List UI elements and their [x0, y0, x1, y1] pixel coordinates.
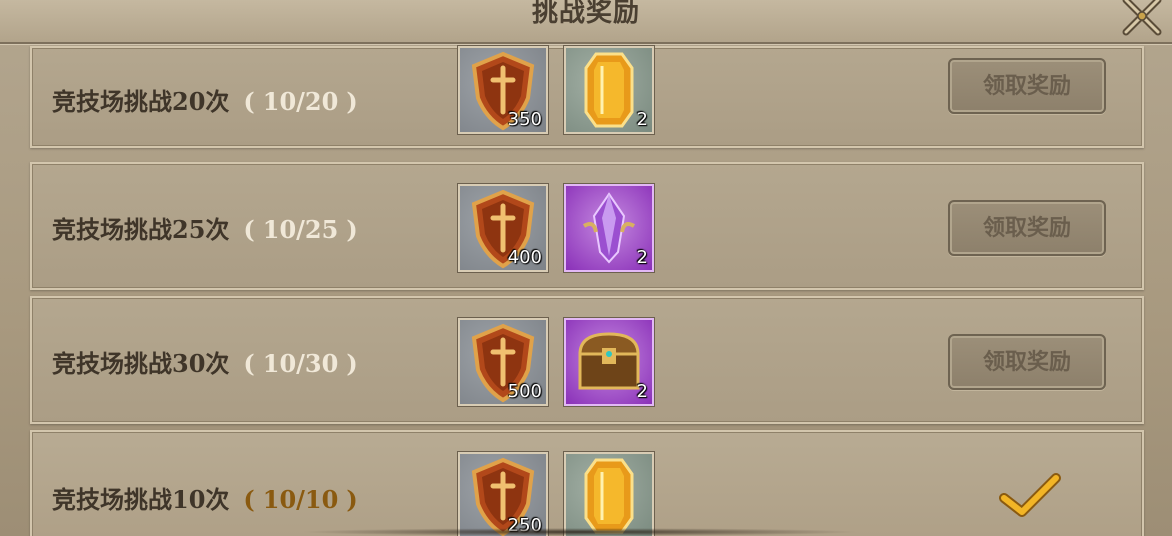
reward-slot[interactable]: 350	[458, 46, 548, 134]
reward-count: 2	[636, 109, 648, 130]
reward-dialog: 挑战奖励 竞技场挑战20次 (10/20) 350 2 领取奖励 竞技场挑战25次…	[0, 0, 1172, 536]
task-progress: (10/25)	[243, 215, 358, 244]
task-row: 竞技场挑战10次 (10/10) 250	[30, 430, 1144, 536]
task-label: 竞技场挑战20次 (10/20)	[52, 82, 366, 117]
reward-slot[interactable]: 2	[564, 184, 654, 272]
reward-slot[interactable]: 400	[458, 184, 548, 272]
task-name: 竞技场挑战20次	[52, 87, 230, 116]
task-label: 竞技场挑战10次 (10/10)	[52, 480, 366, 515]
reward-slot[interactable]	[564, 452, 654, 536]
reward-count: 400	[507, 247, 542, 268]
reward-count: 2	[636, 381, 648, 402]
reward-count: 500	[507, 381, 542, 402]
claim-reward-button[interactable]: 领取奖励	[948, 334, 1106, 390]
task-name: 竞技场挑战25次	[52, 215, 230, 244]
checkmark-icon	[999, 473, 1061, 517]
task-progress: (10/30)	[243, 349, 358, 378]
close-button[interactable]	[1122, 0, 1164, 36]
dialog-title-bar: 挑战奖励	[0, 0, 1172, 44]
bottom-shadow	[300, 528, 860, 536]
task-row: 竞技场挑战20次 (10/20) 350 2 领取奖励	[30, 46, 1144, 148]
dialog-title: 挑战奖励	[531, 0, 640, 28]
task-row: 竞技场挑战25次 (10/25) 400 2 领取奖励	[30, 162, 1144, 290]
task-name: 竞技场挑战30次	[52, 349, 230, 378]
reward-slot[interactable]: 250	[458, 452, 548, 536]
amber-gem-icon	[584, 458, 634, 534]
crossed-swords-close-icon	[1122, 0, 1162, 36]
claim-reward-button[interactable]: 领取奖励	[948, 200, 1106, 256]
reward-count: 350	[507, 109, 542, 130]
reward-slot[interactable]: 2	[564, 318, 654, 406]
reward-count: 2	[636, 247, 648, 268]
reward-slot[interactable]: 2	[564, 46, 654, 134]
task-progress: (10/20)	[243, 87, 358, 116]
task-label: 竞技场挑战30次 (10/30)	[52, 344, 366, 379]
reward-slot[interactable]: 500	[458, 318, 548, 406]
task-label: 竞技场挑战25次 (10/25)	[52, 210, 366, 245]
claim-reward-button[interactable]: 领取奖励	[948, 58, 1106, 114]
task-name: 竞技场挑战10次	[52, 485, 230, 514]
task-progress: (10/10)	[243, 485, 358, 514]
task-row: 竞技场挑战30次 (10/30) 500 2 领取奖励	[30, 296, 1144, 424]
